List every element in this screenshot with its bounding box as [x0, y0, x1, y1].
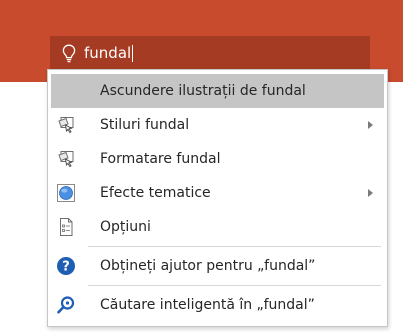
menu-separator — [88, 285, 381, 286]
background-styles-icon — [56, 115, 76, 135]
svg-text:?: ? — [62, 260, 70, 275]
menu-item-theme-effects[interactable]: Efecte tematice — [48, 176, 387, 210]
help-icon: ? — [56, 256, 76, 276]
options-icon — [56, 217, 76, 237]
menu-item-format-background[interactable]: Formatare fundal — [48, 142, 387, 176]
menu-item-get-help[interactable]: ? Obțineți ajutor pentru „fundal” — [48, 249, 387, 283]
search-query-text[interactable]: fundal — [84, 44, 131, 62]
menu-item-label: Opțiuni — [100, 219, 151, 235]
menu-item-label: Stiluri fundal — [100, 117, 190, 133]
menu-separator — [88, 246, 381, 247]
search-results-menu: Ascundere ilustrații de fundal Stiluri f… — [47, 69, 388, 327]
menu-item-smart-lookup[interactable]: Căutare inteligentă în „fundal” — [48, 288, 387, 322]
menu-item-options[interactable]: Opțiuni — [48, 210, 387, 244]
submenu-arrow-icon — [368, 189, 373, 197]
menu-item-label: Formatare fundal — [100, 151, 221, 167]
menu-item-background-styles[interactable]: Stiluri fundal — [48, 108, 387, 142]
menu-item-label: Obțineți ajutor pentru „fundal” — [100, 258, 316, 274]
menu-item-hide-background-graphics[interactable]: Ascundere ilustrații de fundal — [51, 74, 384, 108]
submenu-arrow-icon — [368, 121, 373, 129]
format-background-icon — [56, 149, 76, 169]
text-caret — [132, 44, 134, 62]
lightbulb-icon — [60, 43, 78, 63]
theme-effects-icon — [56, 183, 76, 203]
smart-lookup-icon — [56, 295, 76, 315]
menu-item-label: Ascundere ilustrații de fundal — [100, 83, 306, 99]
tell-me-search-box[interactable]: fundal — [50, 36, 370, 70]
menu-item-label: Căutare inteligentă în „fundal” — [100, 297, 315, 313]
menu-item-label: Efecte tematice — [100, 185, 211, 201]
